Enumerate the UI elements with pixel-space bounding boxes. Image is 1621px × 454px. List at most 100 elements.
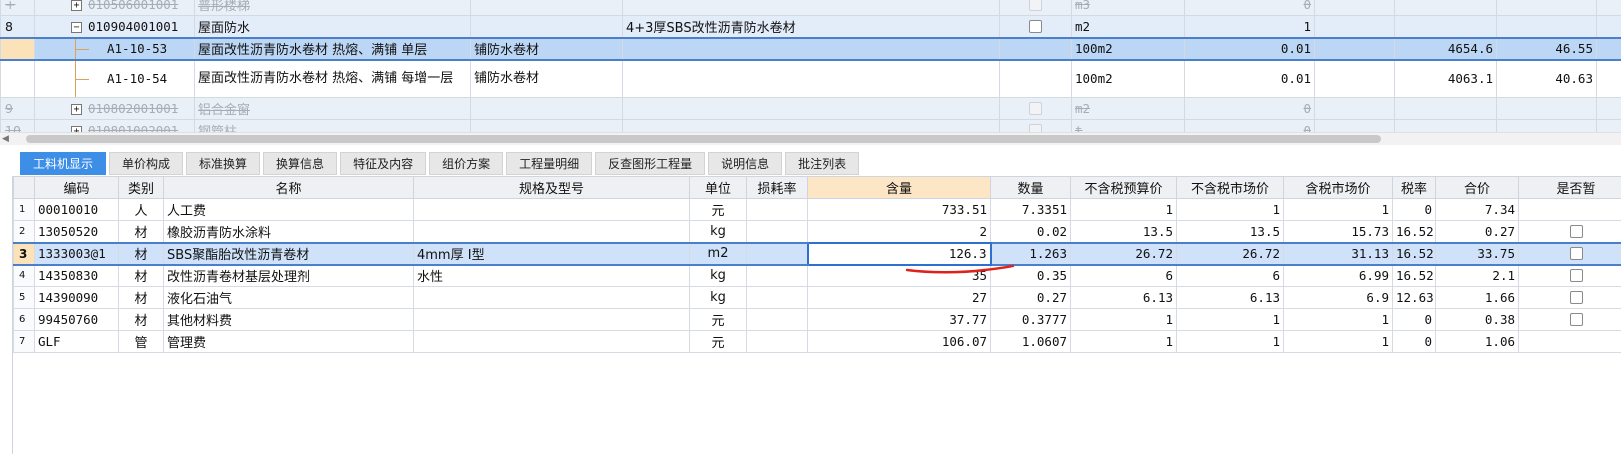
cell-tax-rate[interactable]: 16.52 xyxy=(1392,220,1436,243)
bill-row[interactable]: A1-10-53 屋面改性沥青防水卷材 热熔、满铺 单层 铺防水卷材 100m2 0.0… xyxy=(0,36,1621,61)
item-feature[interactable]: 4+3厚SBS改性沥青防水卷材 xyxy=(622,15,1000,38)
cell-qty[interactable]: 7.3351 xyxy=(990,198,1071,221)
cell-tax-market[interactable]: 6.9 xyxy=(1283,286,1393,309)
item-feature[interactable] xyxy=(622,97,1000,120)
column-header[interactable]: 是否暂 xyxy=(1518,176,1621,199)
provisional-cell[interactable] xyxy=(1518,308,1621,331)
column-header[interactable]: 名称 xyxy=(163,176,414,199)
bill-row[interactable]: 9 +010802001001 铝合金窗 m2 0 xyxy=(0,97,1621,120)
cell-spec[interactable] xyxy=(413,330,690,353)
cell-spec[interactable]: 4mm厚 I型 xyxy=(413,241,690,266)
cell-content[interactable]: 37.77 xyxy=(807,308,991,331)
item-feature[interactable] xyxy=(622,119,1000,132)
item-feature[interactable] xyxy=(622,36,1000,61)
item-flag-cell[interactable] xyxy=(999,0,1072,16)
item-name[interactable]: 普形楼梯 xyxy=(194,0,471,16)
cell-pre-budget[interactable]: 6.13 xyxy=(1070,286,1177,309)
item-total[interactable]: 46.55 xyxy=(1496,36,1597,61)
material-row[interactable]: 6 99450760 材其他材料费元 37.77 0.3777 1 1 1 0 0.38 xyxy=(13,308,1621,331)
cell-loss[interactable] xyxy=(746,220,808,243)
item-total[interactable]: 40.63 xyxy=(1496,59,1597,98)
cell-type[interactable]: 管 xyxy=(118,330,164,353)
cell-spec[interactable] xyxy=(413,308,690,331)
column-header[interactable]: 税率 xyxy=(1392,176,1436,199)
cell-pre-budget[interactable]: 26.72 xyxy=(1070,241,1177,266)
cell-type[interactable]: 材 xyxy=(118,220,164,243)
plus-box-icon[interactable]: + xyxy=(71,104,82,115)
column-header[interactable]: 含量 xyxy=(807,176,991,199)
cell-qty[interactable]: 0.27 xyxy=(990,286,1071,309)
cell-tax-rate[interactable]: 0 xyxy=(1392,330,1436,353)
cell-qty[interactable]: 0.02 xyxy=(990,220,1071,243)
cell-pre-budget[interactable]: 1 xyxy=(1070,198,1177,221)
item-total[interactable] xyxy=(1496,0,1597,16)
item-feature[interactable] xyxy=(622,0,1000,16)
cell-tax-rate[interactable]: 12.63 xyxy=(1392,286,1436,309)
scrollbar-thumb[interactable] xyxy=(26,135,1381,143)
cell-spec[interactable] xyxy=(413,286,690,309)
cell-unit[interactable]: 元 xyxy=(689,330,747,353)
cell-pre-budget[interactable]: 1 xyxy=(1070,308,1177,331)
cell-unit[interactable]: 元 xyxy=(689,198,747,221)
item-unit-price[interactable]: 4654.6 xyxy=(1394,36,1497,61)
bill-row[interactable]: 8−010904001001 屋面防水 4+3厚SBS改性沥青防水卷材 m2 1 xyxy=(0,15,1621,38)
item-unit-price[interactable]: 4063.1 xyxy=(1394,59,1497,98)
column-header[interactable]: 类别 xyxy=(118,176,164,199)
item-unit-price[interactable] xyxy=(1394,119,1497,132)
column-header[interactable]: 不含税预算价 xyxy=(1070,176,1177,199)
item-code-cell[interactable]: +010506001001 xyxy=(34,0,195,16)
material-row[interactable]: 7 GLF 管管理费元 106.07 1.0607 1 1 1 0 1.06 xyxy=(13,330,1621,353)
material-row[interactable]: 5 14390090 材液化石油气 kg 27 0.27 6.13 6.13 6.9 12.63 1… xyxy=(13,286,1621,309)
item-unit-price[interactable] xyxy=(1394,0,1497,16)
item-flag-cell[interactable] xyxy=(999,59,1072,98)
column-header[interactable]: 损耗率 xyxy=(746,176,808,199)
cell-total[interactable]: 1.66 xyxy=(1435,286,1519,309)
cell-code[interactable]: 14350830 xyxy=(34,264,119,287)
plus-box-icon[interactable]: − xyxy=(71,21,82,33)
cell-tax-market[interactable]: 1 xyxy=(1283,198,1393,221)
cell-total[interactable]: 0.38 xyxy=(1435,308,1519,331)
item-name[interactable]: 屋面改性沥青防水卷材 热熔、满铺 每增一层 xyxy=(194,59,471,98)
item-name[interactable]: 屋面防水 xyxy=(194,15,471,38)
provisional-cell[interactable] xyxy=(1518,241,1621,266)
cell-loss[interactable] xyxy=(746,241,808,266)
cell-total[interactable]: 7.34 xyxy=(1435,198,1519,221)
tab-10[interactable]: 批注列表 xyxy=(785,152,860,175)
cell-type[interactable]: 材 xyxy=(118,308,164,331)
cell-pre-market[interactable]: 26.72 xyxy=(1176,241,1284,266)
cell-code[interactable]: GLF xyxy=(34,330,119,353)
item-flag-cell[interactable] xyxy=(999,36,1072,61)
item-description[interactable] xyxy=(470,0,623,16)
provisional-cell[interactable] xyxy=(1518,330,1621,353)
checkbox-icon[interactable] xyxy=(1029,102,1042,115)
checkbox-icon[interactable] xyxy=(1029,19,1042,33)
column-header[interactable]: 单位 xyxy=(689,176,747,199)
cell-qty[interactable]: 0.3777 xyxy=(990,308,1071,331)
cell-loss[interactable] xyxy=(746,264,808,287)
cell-spec[interactable] xyxy=(413,198,690,221)
cell-pre-market[interactable]: 13.5 xyxy=(1176,220,1284,243)
tab-5[interactable]: 特征及内容 xyxy=(340,152,427,175)
cell-content[interactable]: 106.07 xyxy=(807,330,991,353)
cell-content[interactable]: 35 xyxy=(807,264,991,287)
column-header[interactable]: 不含税市场价 xyxy=(1176,176,1284,199)
item-code-cell[interactable]: −010904001001 xyxy=(34,15,195,38)
checkbox-icon[interactable] xyxy=(1569,313,1583,326)
triangle-left-icon[interactable]: ◀ xyxy=(2,134,9,144)
cell-total[interactable]: 2.1 xyxy=(1435,264,1519,287)
item-qty[interactable]: 0.01 xyxy=(1184,59,1315,98)
cell-code[interactable]: 99450760 xyxy=(34,308,119,331)
cell-pre-market[interactable]: 1 xyxy=(1176,308,1284,331)
cell-pre-market[interactable]: 1 xyxy=(1176,198,1284,221)
cell-total[interactable]: 33.75 xyxy=(1435,241,1519,266)
item-total[interactable] xyxy=(1496,119,1597,132)
column-header[interactable]: 规格及型号 xyxy=(413,176,690,199)
cell-content[interactable]: 126.3 xyxy=(806,241,992,266)
cell-name[interactable]: 橡胶沥青防水涂料 xyxy=(163,220,414,243)
column-header[interactable]: 含税市场价 xyxy=(1283,176,1393,199)
item-description[interactable] xyxy=(470,15,623,38)
tab-4[interactable]: 换算信息 xyxy=(263,152,338,175)
cell-content[interactable]: 27 xyxy=(807,286,991,309)
checkbox-icon[interactable] xyxy=(1569,291,1583,304)
cell-qty[interactable]: 0.35 xyxy=(990,264,1071,287)
